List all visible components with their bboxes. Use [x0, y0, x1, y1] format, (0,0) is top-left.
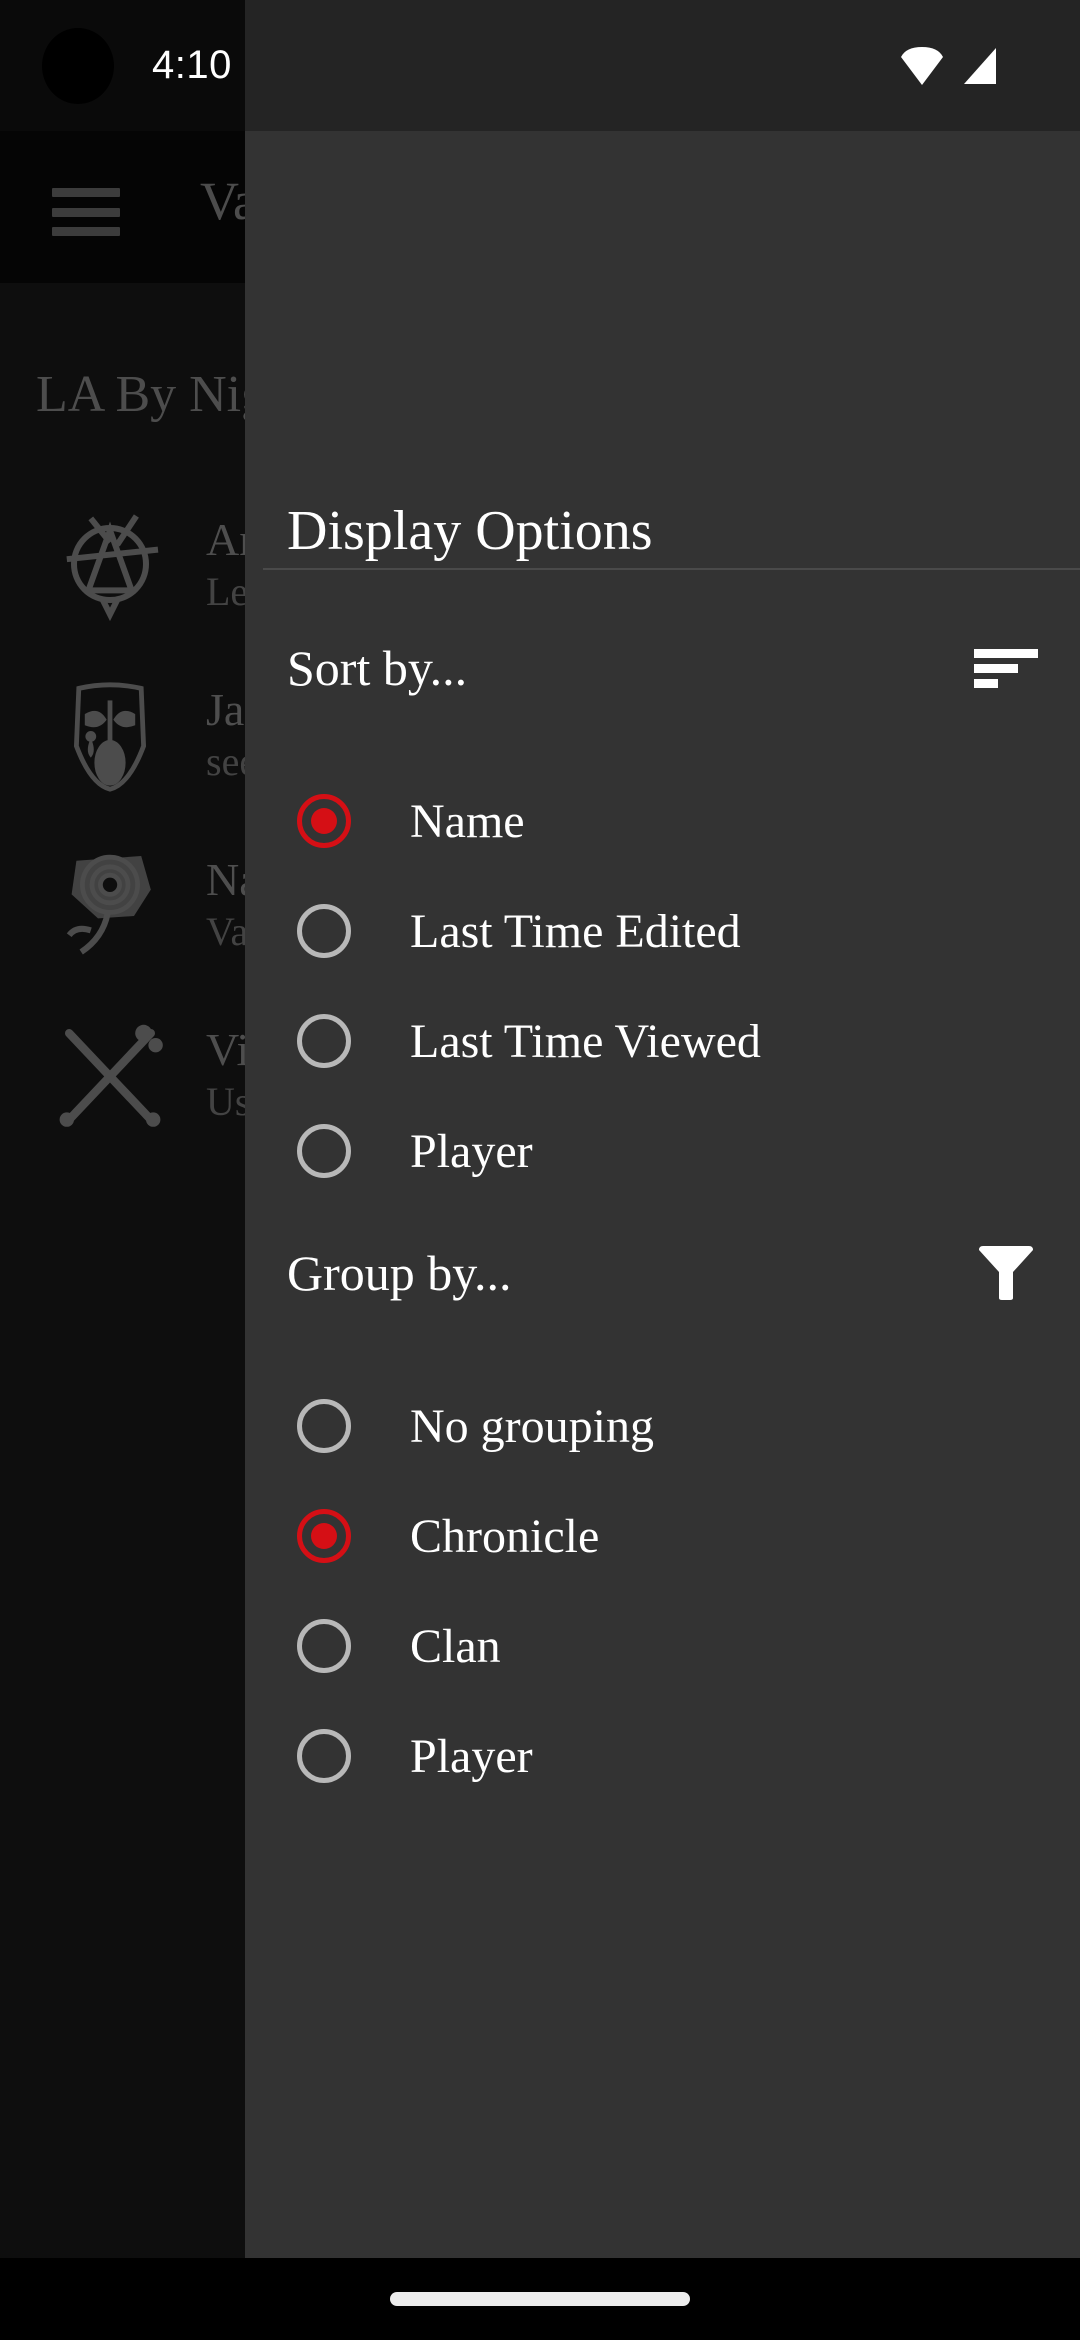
sort-option-player[interactable]: Player	[245, 1096, 1080, 1206]
sort-option-name[interactable]: Name	[245, 766, 1080, 876]
group-by-label: Group by...	[287, 1245, 512, 1301]
radio-button[interactable]	[297, 1014, 351, 1068]
radio-button[interactable]	[297, 1509, 351, 1563]
phone-screen: Vampire LA By Night	[0, 0, 1080, 2340]
group-by-header: Group by...	[245, 1228, 1080, 1318]
android-navigation-bar	[0, 2258, 1080, 2340]
group-option-chronicle[interactable]: Chronicle	[245, 1481, 1080, 1591]
filter-funnel-icon[interactable]	[974, 1241, 1038, 1305]
radio-button[interactable]	[297, 794, 351, 848]
sort-option-label: Name	[410, 794, 525, 848]
sort-option-label: Last Time Viewed	[410, 1014, 761, 1068]
group-option-label: No grouping	[410, 1399, 654, 1453]
sort-option-last-time-viewed[interactable]: Last Time Viewed	[245, 986, 1080, 1096]
radio-button[interactable]	[297, 1399, 351, 1453]
page-title: Display Options	[287, 500, 653, 562]
sort-descending-icon[interactable]	[974, 636, 1038, 700]
title-divider	[263, 568, 1080, 570]
group-option-label: Chronicle	[410, 1509, 600, 1563]
display-options-drawer: Display Options Sort by... Name Last Tim…	[245, 131, 1080, 2258]
sort-option-last-time-edited[interactable]: Last Time Edited	[245, 876, 1080, 986]
sort-by-header: Sort by...	[245, 623, 1080, 713]
group-option-no-grouping[interactable]: No grouping	[245, 1371, 1080, 1481]
group-option-label: Player	[410, 1729, 533, 1783]
group-option-label: Clan	[410, 1619, 501, 1673]
sort-option-label: Player	[410, 1124, 533, 1178]
group-option-player[interactable]: Player	[245, 1701, 1080, 1811]
group-option-clan[interactable]: Clan	[245, 1591, 1080, 1701]
sort-option-label: Last Time Edited	[410, 904, 741, 958]
gesture-navigation-pill[interactable]	[390, 2292, 690, 2306]
sort-by-label: Sort by...	[287, 640, 468, 696]
radio-button[interactable]	[297, 1124, 351, 1178]
radio-button[interactable]	[297, 904, 351, 958]
radio-button[interactable]	[297, 1729, 351, 1783]
radio-button[interactable]	[297, 1619, 351, 1673]
